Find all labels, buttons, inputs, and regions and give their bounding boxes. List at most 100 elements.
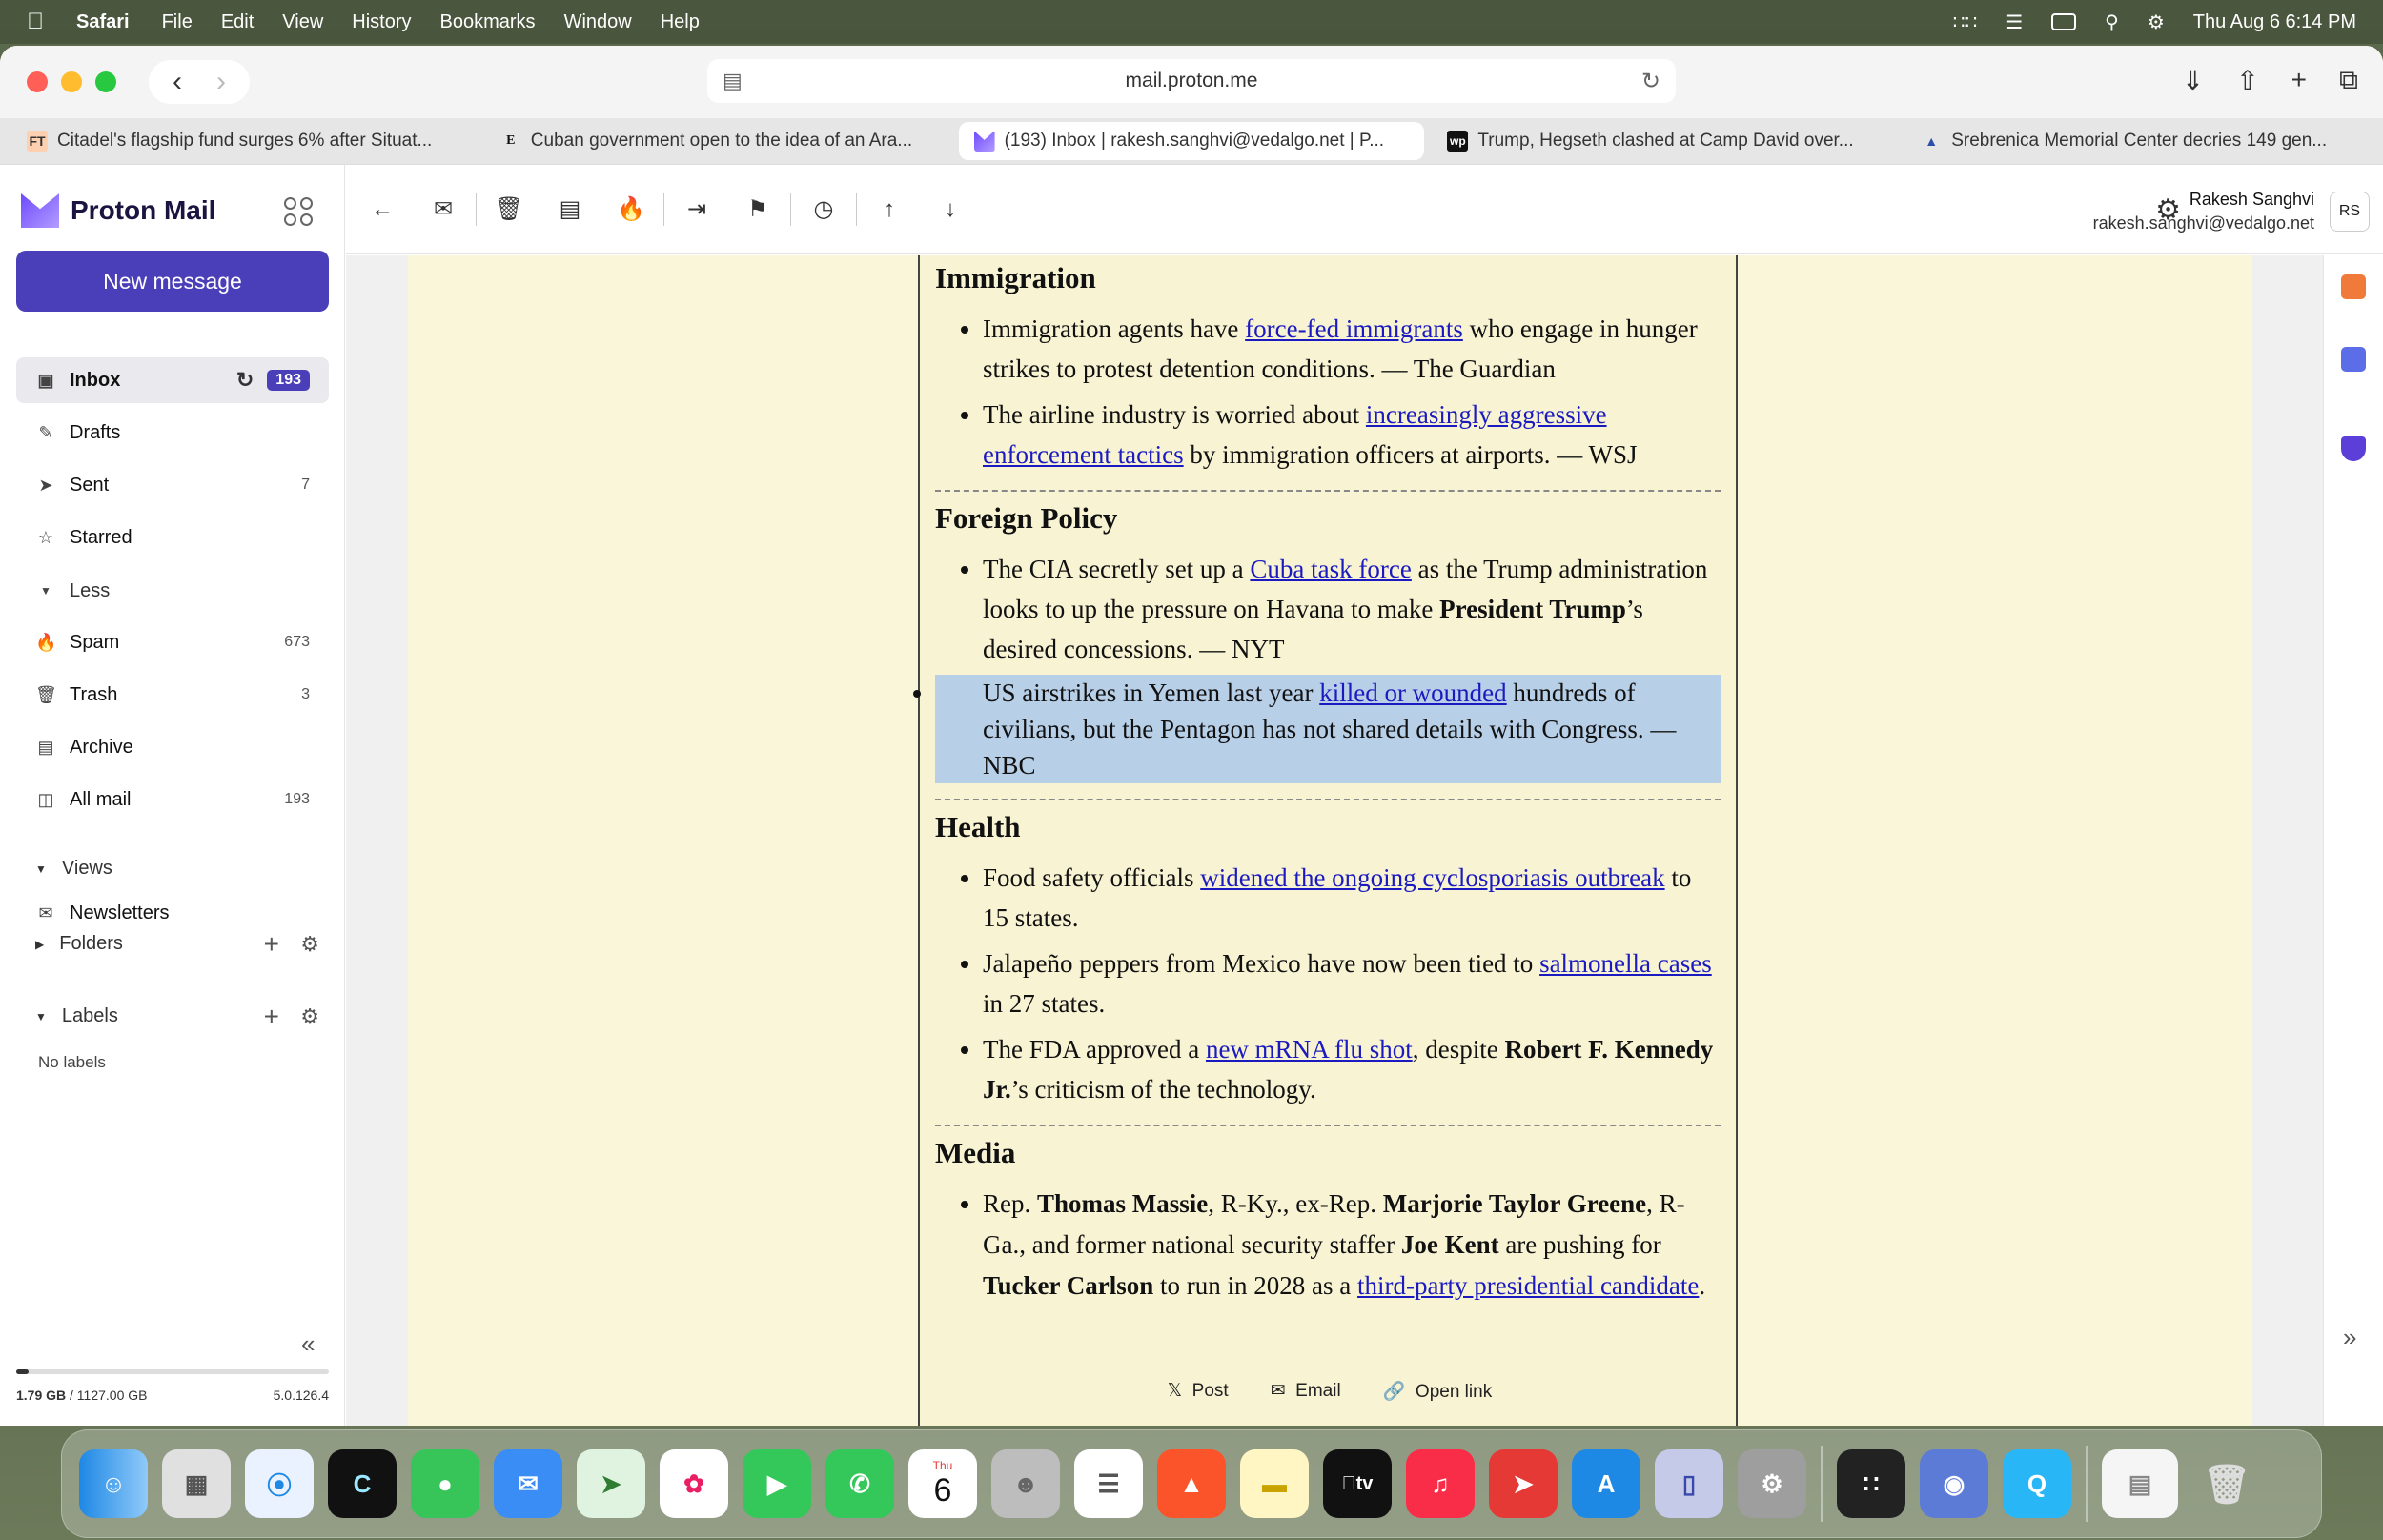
sidebar-item-drafts[interactable]: ✎ Drafts (16, 410, 329, 456)
label-settings-icon[interactable]: ⚙ (300, 1004, 319, 1029)
app-store-icon[interactable]: A (1572, 1449, 1640, 1518)
app-blue-icon[interactable]: ◉ (1920, 1449, 1988, 1518)
menu-view[interactable]: View (282, 11, 323, 33)
sidebar-item-all-mail[interactable]: ◫ All mail 193 (16, 777, 329, 822)
views-section-toggle[interactable]: ▼ Views (35, 858, 321, 880)
add-label-icon[interactable]: + (264, 1002, 279, 1032)
trash-bin-icon[interactable]: 🗑 (2192, 1449, 2261, 1518)
app-menu[interactable]: Safari (76, 11, 130, 33)
article-link[interactable]: Cuba task force (1250, 555, 1411, 583)
spam-icon[interactable]: 🔥 (601, 195, 662, 223)
grid-status-icon[interactable]: ∷∷ (1953, 10, 1977, 34)
forward-icon[interactable]: › (202, 66, 240, 98)
folder-settings-icon[interactable]: ⚙ (300, 932, 319, 957)
tab-cuban[interactable]: E Cuban government open to the idea of a… (485, 122, 951, 160)
messages-icon[interactable]: ● (411, 1449, 479, 1518)
battery-icon[interactable] (2051, 13, 2077, 30)
previous-message-icon[interactable]: ↑ (859, 196, 920, 223)
move-to-folder-icon[interactable]: ⇥ (666, 195, 727, 223)
menu-bookmarks[interactable]: Bookmarks (440, 11, 536, 33)
label-icon[interactable]: ⚑ (727, 195, 788, 223)
new-tab-icon[interactable]: + (2291, 65, 2307, 96)
downloads-icon[interactable]: ⇓ (2182, 65, 2204, 96)
article-link[interactable]: widened the ongoing cyclosporiasis outbr… (1200, 863, 1664, 892)
sidebar-item-newsletters[interactable]: ✉ Newsletters (16, 890, 329, 936)
collapse-sidebar-icon[interactable]: « (301, 1329, 315, 1359)
control-center-icon[interactable]: ⚙ (2148, 10, 2165, 34)
tab-trump[interactable]: wp Trump, Hegseth clashed at Camp David … (1432, 122, 1898, 160)
article-link[interactable]: third-party presidential candidate (1357, 1271, 1699, 1300)
refresh-icon[interactable]: ↻ (236, 368, 254, 393)
system-settings-icon[interactable]: ⚙ (1738, 1449, 1806, 1518)
back-icon[interactable]: ‹ (158, 66, 196, 98)
article-link[interactable]: killed or wounded (1319, 679, 1506, 707)
zoom-window-button[interactable] (95, 71, 116, 92)
proton-logo[interactable]: Proton Mail (21, 193, 215, 228)
add-folder-icon[interactable]: + (264, 929, 279, 960)
next-message-icon[interactable]: ↓ (920, 196, 981, 223)
back-arrow-icon[interactable]: ← (352, 196, 413, 223)
calendar-icon[interactable]: Thu 6 (908, 1449, 977, 1518)
phone-icon[interactable]: ✆ (825, 1449, 894, 1518)
folders-section-toggle[interactable]: ▶ Folders + ⚙ (35, 929, 321, 959)
app-q-icon[interactable]: Q (2003, 1449, 2071, 1518)
menu-edit[interactable]: Edit (221, 11, 254, 33)
spotlight-search-icon[interactable]: ⚲ (2105, 10, 2119, 34)
share-post-button[interactable]: 𝕏 Post (1168, 1380, 1229, 1403)
article-link[interactable]: force-fed immigrants (1245, 314, 1463, 343)
tab-srebrenica[interactable]: ▲ Srebrenica Memorial Center decries 149… (1905, 122, 2372, 160)
mail-icon[interactable]: ✉ (494, 1449, 562, 1518)
notes-icon[interactable]: ▬ (1240, 1449, 1309, 1518)
photos-icon[interactable]: ✿ (660, 1449, 728, 1518)
share-email-button[interactable]: ✉ Email (1271, 1380, 1341, 1403)
safari-icon[interactable]: ⦿ (245, 1449, 314, 1518)
vpn-shield-icon[interactable] (2341, 436, 2366, 461)
facetime-icon[interactable]: ▶ (743, 1449, 811, 1518)
tab-citadel[interactable]: FT Citadel's flagship fund surges 6% aft… (11, 122, 478, 160)
menu-file[interactable]: File (162, 11, 193, 33)
sidebar-item-inbox[interactable]: ▣ Inbox ↻ 193 (16, 357, 329, 403)
apple-menu-icon[interactable]:  (27, 9, 44, 35)
app-grid-icon[interactable]: ∷ (1837, 1449, 1905, 1518)
mark-unread-icon[interactable]: ✉ (413, 195, 474, 223)
article-link[interactable]: salmonella cases (1539, 949, 1712, 978)
sidebar-item-archive[interactable]: ▤ Archive (16, 724, 329, 770)
close-window-button[interactable] (27, 71, 48, 92)
reminders-icon[interactable]: ☰ (1074, 1449, 1143, 1518)
iphone-mirroring-icon[interactable]: ▯ (1655, 1449, 1723, 1518)
address-bar[interactable]: ▤ mail.proton.me ↻ (707, 59, 1676, 103)
menu-history[interactable]: History (352, 11, 411, 33)
open-link-button[interactable]: 🔗 Open link (1383, 1380, 1493, 1403)
sidebar-item-trash[interactable]: 🗑 Trash 3 (16, 672, 329, 718)
tab-overview-icon[interactable]: ⧉ (2339, 65, 2358, 96)
maps-icon[interactable]: ➤ (577, 1449, 645, 1518)
new-message-button[interactable]: New message (16, 251, 329, 312)
sidebar-item-sent[interactable]: ➤ Sent 7 (16, 462, 329, 508)
calendar-app-icon[interactable] (2341, 347, 2366, 372)
archive-icon[interactable]: ▤ (540, 195, 601, 223)
menubar-clock[interactable]: Thu Aug 6 6:14 PM (2193, 11, 2356, 33)
rocket-app-icon[interactable]: ➤ (1489, 1449, 1558, 1518)
article-link[interactable]: new mRNA flu shot (1206, 1035, 1413, 1064)
trash-icon[interactable]: 🗑 (479, 195, 540, 223)
menu-window[interactable]: Window (564, 11, 632, 33)
labels-section-toggle[interactable]: ▼ Labels + ⚙ (35, 1002, 321, 1031)
finder-icon[interactable]: ☺ (79, 1449, 148, 1518)
music-icon[interactable]: ♫ (1406, 1449, 1475, 1518)
sidebar-item-starred[interactable]: ☆ Starred (16, 515, 329, 560)
reload-icon[interactable]: ↻ (1641, 68, 1660, 95)
sidebar-item-spam[interactable]: 🔥 Spam 673 (16, 619, 329, 665)
page-menu-icon[interactable]: ▤ (723, 69, 743, 93)
user-info[interactable]: Rakesh Sanghvi rakesh.sanghvi@vedalgo.ne… (2093, 190, 2314, 233)
minimize-window-button[interactable] (61, 71, 82, 92)
wifi-icon[interactable]: ☰ (2006, 10, 2023, 34)
menu-help[interactable]: Help (661, 11, 700, 33)
apple-tv-icon[interactable]: tv (1323, 1449, 1392, 1518)
expand-rail-icon[interactable]: » (2343, 1323, 2356, 1352)
share-icon[interactable]: ⇧ (2236, 65, 2258, 96)
recent-document-icon[interactable]: ▤ (2102, 1449, 2178, 1518)
contacts-icon[interactable]: ☻ (991, 1449, 1060, 1518)
launchpad-icon[interactable]: ▦ (162, 1449, 231, 1518)
app-c-icon[interactable]: C (328, 1449, 397, 1518)
snooze-clock-icon[interactable]: ◷ (793, 195, 854, 223)
